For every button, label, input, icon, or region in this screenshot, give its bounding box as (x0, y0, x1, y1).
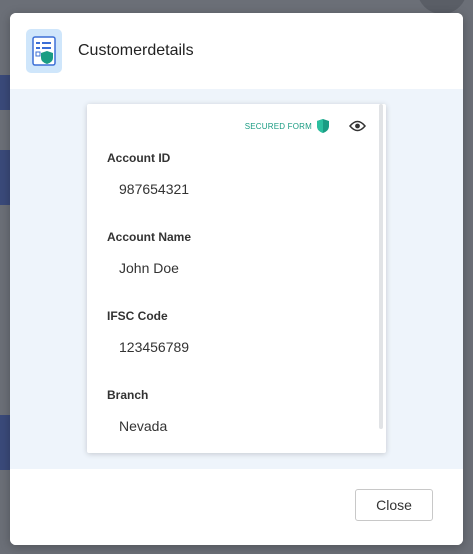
field-label: Account Name (107, 230, 192, 244)
modal-footer: Close (10, 469, 463, 545)
field-branch: Branch Nevada (107, 388, 167, 434)
field-label: Branch (107, 388, 149, 402)
modal-title: Customerdetails (78, 42, 194, 59)
field-label: Account ID (107, 151, 171, 165)
field-value: 123456789 (119, 339, 190, 355)
close-button[interactable]: Close (355, 489, 433, 521)
shield-icon (317, 119, 329, 133)
field-account-name: Account Name John Doe (107, 230, 191, 276)
secured-form-card: SECURED FORM Account ID 987654321 Accoun… (87, 104, 386, 453)
background-panel (0, 75, 10, 110)
secure-form-icon (26, 29, 62, 73)
background-avatar (417, 0, 467, 14)
field-value: John Doe (119, 260, 179, 276)
customer-details-modal: Customerdetails SECURED FORM Account ID … (10, 13, 463, 545)
field-ifsc-code: IFSC Code 123456789 (107, 309, 189, 355)
background-panel (0, 150, 10, 205)
eye-icon[interactable] (349, 120, 366, 132)
field-label: IFSC Code (107, 309, 168, 323)
modal-header: Customerdetails (10, 13, 463, 89)
field-account-id: Account ID 987654321 (107, 151, 189, 197)
secured-form-indicator: SECURED FORM (245, 119, 366, 133)
field-value: 987654321 (119, 181, 190, 197)
background-panel (0, 415, 10, 470)
form-scrollbar[interactable] (379, 104, 383, 429)
secured-form-label: SECURED FORM (244, 121, 312, 131)
field-value: Nevada (119, 418, 168, 434)
modal-body: SECURED FORM Account ID 987654321 Accoun… (10, 89, 463, 469)
